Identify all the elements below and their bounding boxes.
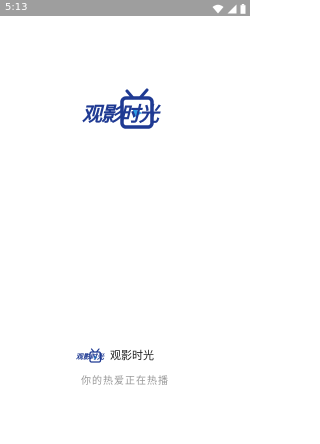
status-icons (212, 3, 246, 14)
signal-icon (227, 0, 237, 18)
battery-icon (240, 0, 246, 18)
app-logo: 观影时光 (82, 86, 174, 136)
logo-text: 观影时光 (82, 102, 159, 126)
tagline: 你的热爱正在热播 (81, 376, 169, 387)
status-time: 5:13 (5, 2, 28, 13)
status-bar: 5:13 (0, 0, 250, 16)
wifi-icon (212, 0, 224, 18)
footer-brand: 观影时光 观影时光 (72, 346, 182, 368)
mini-logo-text: 观影时光 (76, 353, 104, 361)
app-name: 观影时光 (110, 349, 154, 362)
mini-logo: 观影时光 (76, 348, 104, 364)
